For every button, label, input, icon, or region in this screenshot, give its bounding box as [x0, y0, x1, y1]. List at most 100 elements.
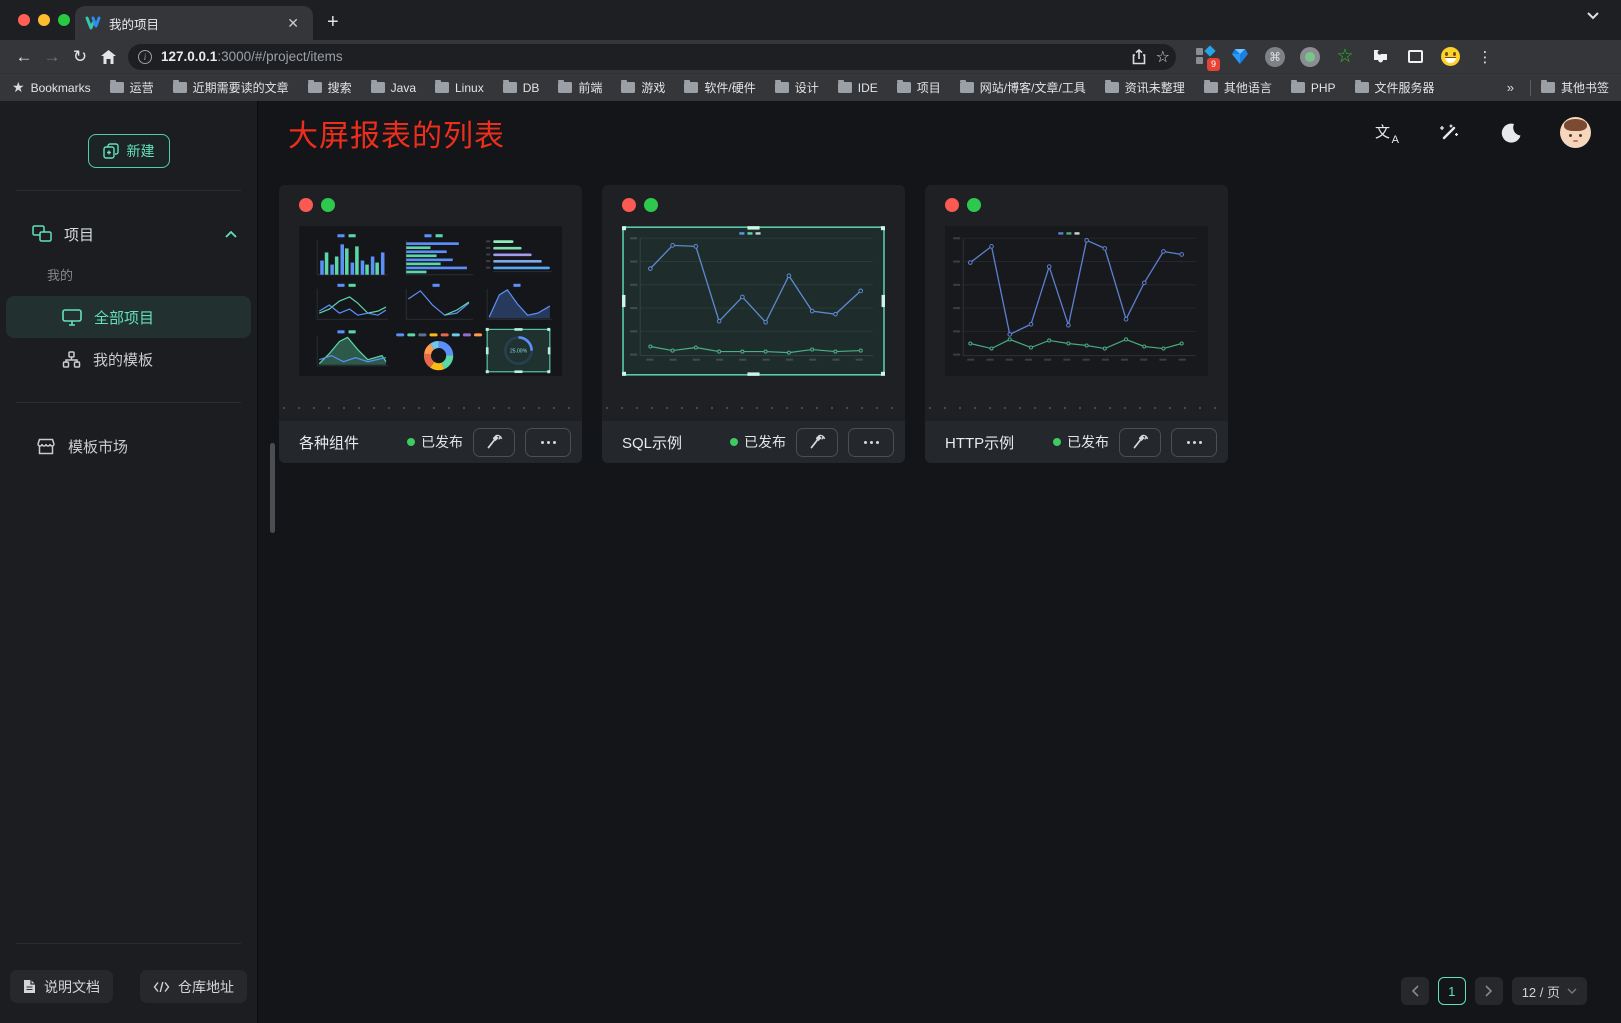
extension-blocks-icon[interactable]: 9: [1194, 46, 1216, 68]
status-label: 已发布: [744, 432, 786, 452]
new-project-button[interactable]: 新建: [88, 134, 170, 168]
forward-icon[interactable]: →: [38, 43, 66, 71]
bookmarks-root[interactable]: ★Bookmarks: [12, 79, 91, 96]
bookmark-folder[interactable]: Java: [371, 81, 416, 95]
close-window-button[interactable]: [18, 14, 30, 26]
gauge-value-label: 25.00%: [510, 349, 528, 355]
folder-icon: [684, 82, 698, 93]
home-icon[interactable]: [94, 43, 122, 71]
other-bookmarks[interactable]: 其他书签: [1541, 79, 1609, 96]
sidebar-panel-icon[interactable]: [1404, 46, 1426, 68]
bookmarks-overflow-chevron[interactable]: »: [1507, 80, 1514, 95]
bookmark-folder[interactable]: PHP: [1291, 81, 1336, 95]
repo-button[interactable]: 仓库地址: [140, 970, 247, 1003]
folder-icon: [897, 82, 911, 93]
sidebar-group-project[interactable]: 项目: [0, 213, 257, 255]
url-path: :3000/#/project/items: [217, 49, 342, 64]
share-icon[interactable]: [1132, 49, 1146, 65]
card-footer: HTTP示例 已发布: [925, 421, 1228, 463]
project-preview[interactable]: [945, 225, 1208, 377]
project-preview[interactable]: 25.00%: [299, 225, 562, 377]
bookmark-folder[interactable]: 近期需要读的文章: [173, 79, 289, 96]
document-icon: [23, 979, 36, 994]
bookmark-folder[interactable]: 项目: [897, 79, 941, 96]
sidebar-item-template-market[interactable]: 模板市场: [6, 425, 251, 467]
edit-project-button[interactable]: [1119, 428, 1161, 457]
extensions-puzzle-icon[interactable]: [1369, 46, 1391, 68]
status-label: 已发布: [421, 432, 463, 452]
prev-page-button[interactable]: [1401, 977, 1429, 1005]
bookmarks-star-icon: ★: [12, 79, 25, 96]
status-dot-icon: [730, 438, 738, 446]
bookmark-folder[interactable]: 运营: [110, 79, 154, 96]
extension-record-icon[interactable]: [1299, 46, 1321, 68]
card-traffic-dots: [622, 198, 885, 212]
docs-button-label: 说明文档: [44, 977, 100, 997]
window-controls: [18, 14, 70, 26]
tab-close-icon[interactable]: ✕: [283, 15, 303, 32]
folder-icon: [558, 82, 572, 93]
site-info-icon[interactable]: i: [138, 50, 152, 64]
folder-icon: [308, 82, 322, 93]
browser-tab[interactable]: 我的项目 ✕: [75, 6, 313, 40]
bookmark-folder[interactable]: IDE: [838, 81, 878, 95]
bookmark-folder[interactable]: 搜索: [308, 79, 352, 96]
project-group-label: 项目: [64, 224, 94, 245]
address-bar[interactable]: i 127.0.0.1:3000/#/project/items ☆: [128, 44, 1176, 70]
more-icon: [864, 441, 879, 444]
maximize-window-button[interactable]: [58, 14, 70, 26]
bookmark-folder[interactable]: Linux: [435, 81, 484, 95]
bookmark-folder[interactable]: 游戏: [621, 79, 665, 96]
chevron-up-icon[interactable]: [225, 231, 237, 238]
bookmark-folder[interactable]: 其他语言: [1204, 79, 1272, 96]
next-page-button[interactable]: [1475, 977, 1503, 1005]
browser-toolbar: ← → ↻ i 127.0.0.1:3000/#/project/items ☆…: [0, 40, 1621, 73]
status-label: 已发布: [1067, 432, 1109, 452]
project-preview[interactable]: [622, 225, 885, 377]
language-toggle-icon[interactable]: 文A: [1374, 120, 1400, 146]
bookmark-folder[interactable]: 网站/博客/文章/工具: [960, 79, 1086, 96]
docs-button[interactable]: 说明文档: [10, 970, 113, 1003]
extension-star-icon[interactable]: ☆: [1334, 46, 1356, 68]
tab-search-icon[interactable]: [1587, 12, 1599, 20]
dark-mode-moon-icon[interactable]: [1498, 120, 1524, 146]
red-dot-icon: [945, 198, 959, 212]
emoji-extension-icon[interactable]: [1439, 46, 1461, 68]
green-dot-icon: [967, 198, 981, 212]
page-size-select[interactable]: 12 / 页: [1512, 977, 1587, 1005]
minimize-window-button[interactable]: [38, 14, 50, 26]
bookmark-star-icon[interactable]: ☆: [1156, 47, 1170, 67]
edit-project-button[interactable]: [473, 428, 515, 457]
browser-menu-icon[interactable]: ⋮: [1474, 46, 1496, 68]
bookmark-folder[interactable]: 文件服务器: [1355, 79, 1435, 96]
magic-wand-icon[interactable]: [1436, 120, 1462, 146]
more-actions-button[interactable]: [525, 428, 571, 457]
status-dot-icon: [1053, 438, 1061, 446]
bookmark-folder[interactable]: 资讯未整理: [1105, 79, 1185, 96]
selection-overlay: [622, 226, 885, 376]
edit-project-button[interactable]: [796, 428, 838, 457]
sidebar-item-my-templates[interactable]: 我的模板: [6, 338, 251, 380]
tab-title: 我的项目: [109, 14, 283, 33]
extension-gem-icon[interactable]: [1229, 46, 1251, 68]
more-actions-button[interactable]: [1171, 428, 1217, 457]
extension-command-icon[interactable]: ⌘: [1264, 46, 1286, 68]
project-title: SQL示例: [622, 432, 682, 453]
bookmark-folder[interactable]: 设计: [775, 79, 819, 96]
back-icon[interactable]: ←: [10, 43, 38, 71]
user-avatar[interactable]: [1560, 117, 1591, 148]
current-page-button[interactable]: 1: [1438, 977, 1466, 1005]
app-root: 新建 项目 我的 全部项目 我的模板: [0, 101, 1621, 1023]
template-icon: [62, 351, 81, 368]
scrollbar-thumb[interactable]: [270, 443, 275, 533]
red-dot-icon: [299, 198, 313, 212]
reload-icon[interactable]: ↻: [66, 43, 94, 71]
bookmarks-separator: [1530, 80, 1531, 96]
bookmark-folder[interactable]: 软件/硬件: [684, 79, 755, 96]
sidebar-item-all-projects[interactable]: 全部项目: [6, 296, 251, 338]
browser-window: 我的项目 ✕ + ← → ↻ i 127.0.0.1:3000/#/projec…: [0, 0, 1621, 101]
new-tab-button[interactable]: +: [327, 11, 339, 34]
more-actions-button[interactable]: [848, 428, 894, 457]
bookmark-folder[interactable]: 前端: [558, 79, 602, 96]
bookmark-folder[interactable]: DB: [503, 81, 540, 95]
